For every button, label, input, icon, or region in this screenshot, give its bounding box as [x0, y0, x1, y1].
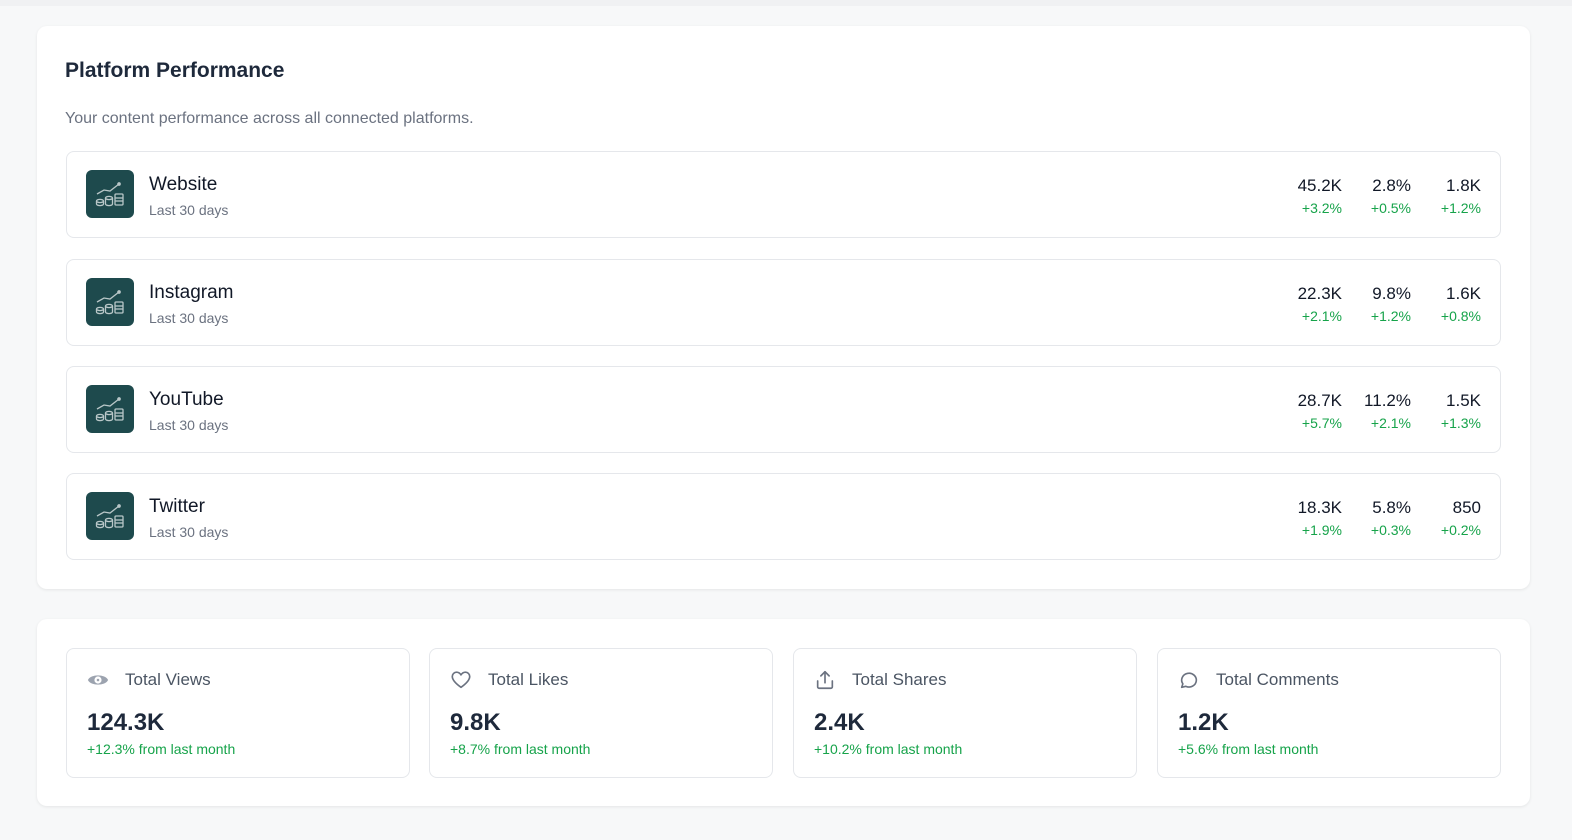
- stat-total-shares: Total Shares 2.4K +10.2% from last month: [793, 648, 1137, 778]
- metric-engagement: 11.2% +2.1%: [1364, 391, 1411, 432]
- stat-change: +12.3% from last month: [87, 741, 236, 757]
- metric-views: 22.3K +2.1%: [1298, 284, 1342, 325]
- stat-total-likes: Total Likes 9.8K +8.7% from last month: [429, 648, 773, 778]
- metric-value: 1.5K: [1446, 391, 1481, 410]
- metric-change: +3.2%: [1301, 200, 1342, 216]
- metric-change: +2.1%: [1301, 308, 1342, 324]
- card-subtitle: Your content performance across all conn…: [65, 110, 474, 127]
- metric-value: 28.7K: [1297, 391, 1342, 410]
- heart-icon: [451, 671, 471, 689]
- metric-change: +1.9%: [1301, 522, 1342, 538]
- metric-value: 1.8K: [1446, 176, 1481, 195]
- platform-period: Last 30 days: [149, 202, 229, 218]
- stat-value: 9.8K: [450, 709, 501, 736]
- platform-period: Last 30 days: [149, 417, 229, 433]
- metric-change: +1.2%: [1370, 308, 1411, 324]
- card-title: Platform Performance: [65, 59, 285, 82]
- metric-views: 28.7K +5.7%: [1298, 391, 1342, 432]
- metric-views: 18.3K +1.9%: [1298, 498, 1342, 539]
- platform-period: Last 30 days: [149, 310, 229, 326]
- metric-value: 22.3K: [1297, 284, 1342, 303]
- platform-row-instagram[interactable]: Instagram Last 30 days 22.3K +2.1% 9.8% …: [66, 259, 1501, 346]
- metric-value: 2.8%: [1372, 176, 1411, 195]
- metric-change: +0.5%: [1370, 200, 1411, 216]
- metric-followers: 850 +0.2%: [1441, 498, 1481, 539]
- stat-label: Total Comments: [1216, 670, 1339, 689]
- platform-performance-card: Platform Performance Your content perfor…: [37, 26, 1530, 589]
- platform-name: Website: [149, 174, 218, 195]
- platform-period: Last 30 days: [149, 524, 229, 540]
- stat-value: 1.2K: [1178, 709, 1229, 736]
- top-strip: [0, 0, 1572, 6]
- metric-change: +2.1%: [1370, 415, 1411, 431]
- chart-coins-icon: [86, 492, 134, 540]
- totals-card: Total Views 124.3K +12.3% from last mont…: [37, 619, 1530, 806]
- page: Platform Performance Your content perfor…: [0, 0, 1572, 840]
- stat-value: 124.3K: [87, 709, 165, 736]
- metric-change: +0.3%: [1370, 522, 1411, 538]
- metric-engagement: 5.8% +0.3%: [1371, 498, 1411, 539]
- metric-value: 45.2K: [1297, 176, 1342, 195]
- metric-engagement: 9.8% +1.2%: [1371, 284, 1411, 325]
- platform-name: YouTube: [149, 389, 224, 410]
- metric-value: 1.6K: [1446, 284, 1481, 303]
- platform-name: Twitter: [149, 496, 205, 517]
- chart-coins-icon: [86, 385, 134, 433]
- stat-change: +8.7% from last month: [450, 741, 591, 757]
- stat-change: +5.6% from last month: [1178, 741, 1319, 757]
- stat-label: Total Views: [125, 670, 211, 689]
- metric-value: 18.3K: [1297, 498, 1342, 517]
- metric-change: +0.8%: [1440, 308, 1481, 324]
- share-icon: [816, 670, 834, 690]
- platform-row-twitter[interactable]: Twitter Last 30 days 18.3K +1.9% 5.8% +0…: [66, 473, 1501, 560]
- metric-value: 5.8%: [1372, 498, 1411, 517]
- eye-icon: [87, 675, 109, 685]
- metric-followers: 1.8K +1.2%: [1441, 176, 1481, 217]
- stat-value: 2.4K: [814, 709, 865, 736]
- stat-label: Total Shares: [852, 670, 947, 689]
- stat-label: Total Likes: [488, 670, 569, 689]
- platform-row-website[interactable]: Website Last 30 days 45.2K +3.2% 2.8% +0…: [66, 151, 1501, 238]
- stat-total-comments: Total Comments 1.2K +5.6% from last mont…: [1157, 648, 1501, 778]
- chart-coins-icon: [86, 170, 134, 218]
- metric-followers: 1.6K +0.8%: [1441, 284, 1481, 325]
- metric-change: +0.2%: [1440, 522, 1481, 538]
- stat-change: +10.2% from last month: [814, 741, 963, 757]
- metric-value: 850: [1452, 498, 1481, 517]
- metric-change: +1.2%: [1440, 200, 1481, 216]
- platform-name: Instagram: [149, 282, 234, 303]
- metric-value: 9.8%: [1372, 284, 1411, 303]
- metric-value: 11.2%: [1364, 391, 1411, 410]
- metric-views: 45.2K +3.2%: [1298, 176, 1342, 217]
- stat-total-views: Total Views 124.3K +12.3% from last mont…: [66, 648, 410, 778]
- platform-row-youtube[interactable]: YouTube Last 30 days 28.7K +5.7% 11.2% +…: [66, 366, 1501, 453]
- metric-engagement: 2.8% +0.5%: [1371, 176, 1411, 217]
- metric-change: +5.7%: [1301, 415, 1342, 431]
- comment-icon: [1180, 672, 1198, 689]
- chart-coins-icon: [86, 278, 134, 326]
- metric-change: +1.3%: [1440, 415, 1481, 431]
- metric-followers: 1.5K +1.3%: [1441, 391, 1481, 432]
